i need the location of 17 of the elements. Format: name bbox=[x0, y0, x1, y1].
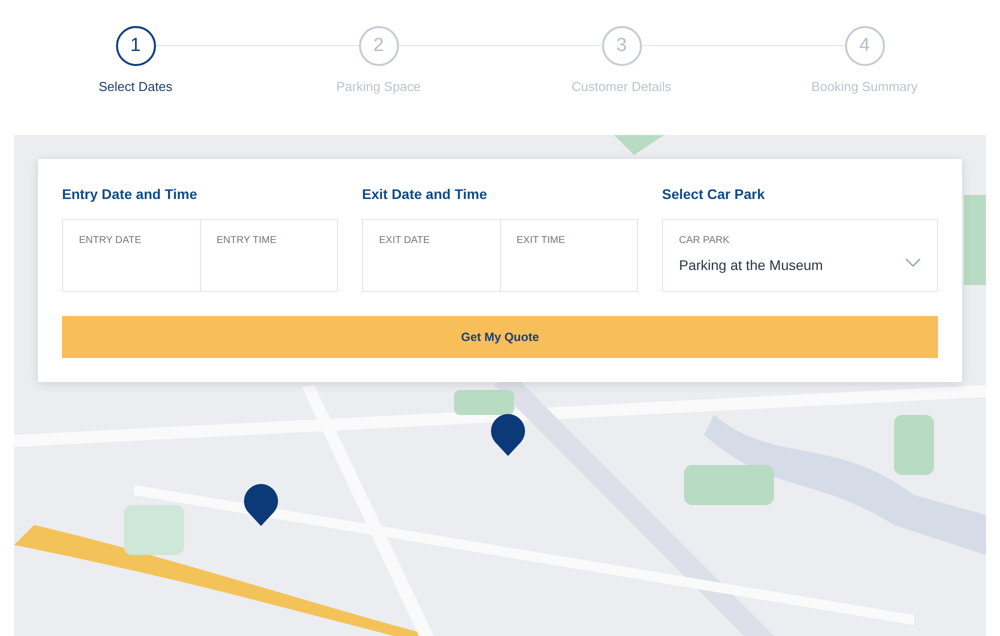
step-label: Parking Space bbox=[336, 79, 421, 94]
section-title: Select Car Park bbox=[662, 185, 766, 203]
date-field[interactable]: ENTRY TIME bbox=[200, 219, 338, 292]
map-pin-icon[interactable] bbox=[491, 414, 525, 456]
date-field[interactable]: ENTRY DATE bbox=[62, 219, 200, 292]
date-field[interactable]: EXIT DATE bbox=[362, 219, 500, 292]
date-field[interactable]: EXIT TIME bbox=[500, 219, 638, 292]
step-label: Select Dates bbox=[98, 79, 172, 94]
section-title: Entry Date and Time bbox=[62, 185, 198, 203]
car-park-select[interactable]: CAR PARK Parking at the Museum bbox=[662, 219, 938, 292]
step-label: Booking Summary bbox=[811, 79, 918, 94]
step-label: Customer Details bbox=[572, 79, 672, 94]
chevron-down-icon bbox=[905, 258, 921, 268]
step-number[interactable]: 1 bbox=[116, 26, 156, 66]
section-title: Exit Date and Time bbox=[362, 185, 488, 203]
get-quote-button[interactable]: Get My Quote bbox=[62, 316, 938, 358]
map-pin-icon[interactable] bbox=[244, 484, 278, 526]
